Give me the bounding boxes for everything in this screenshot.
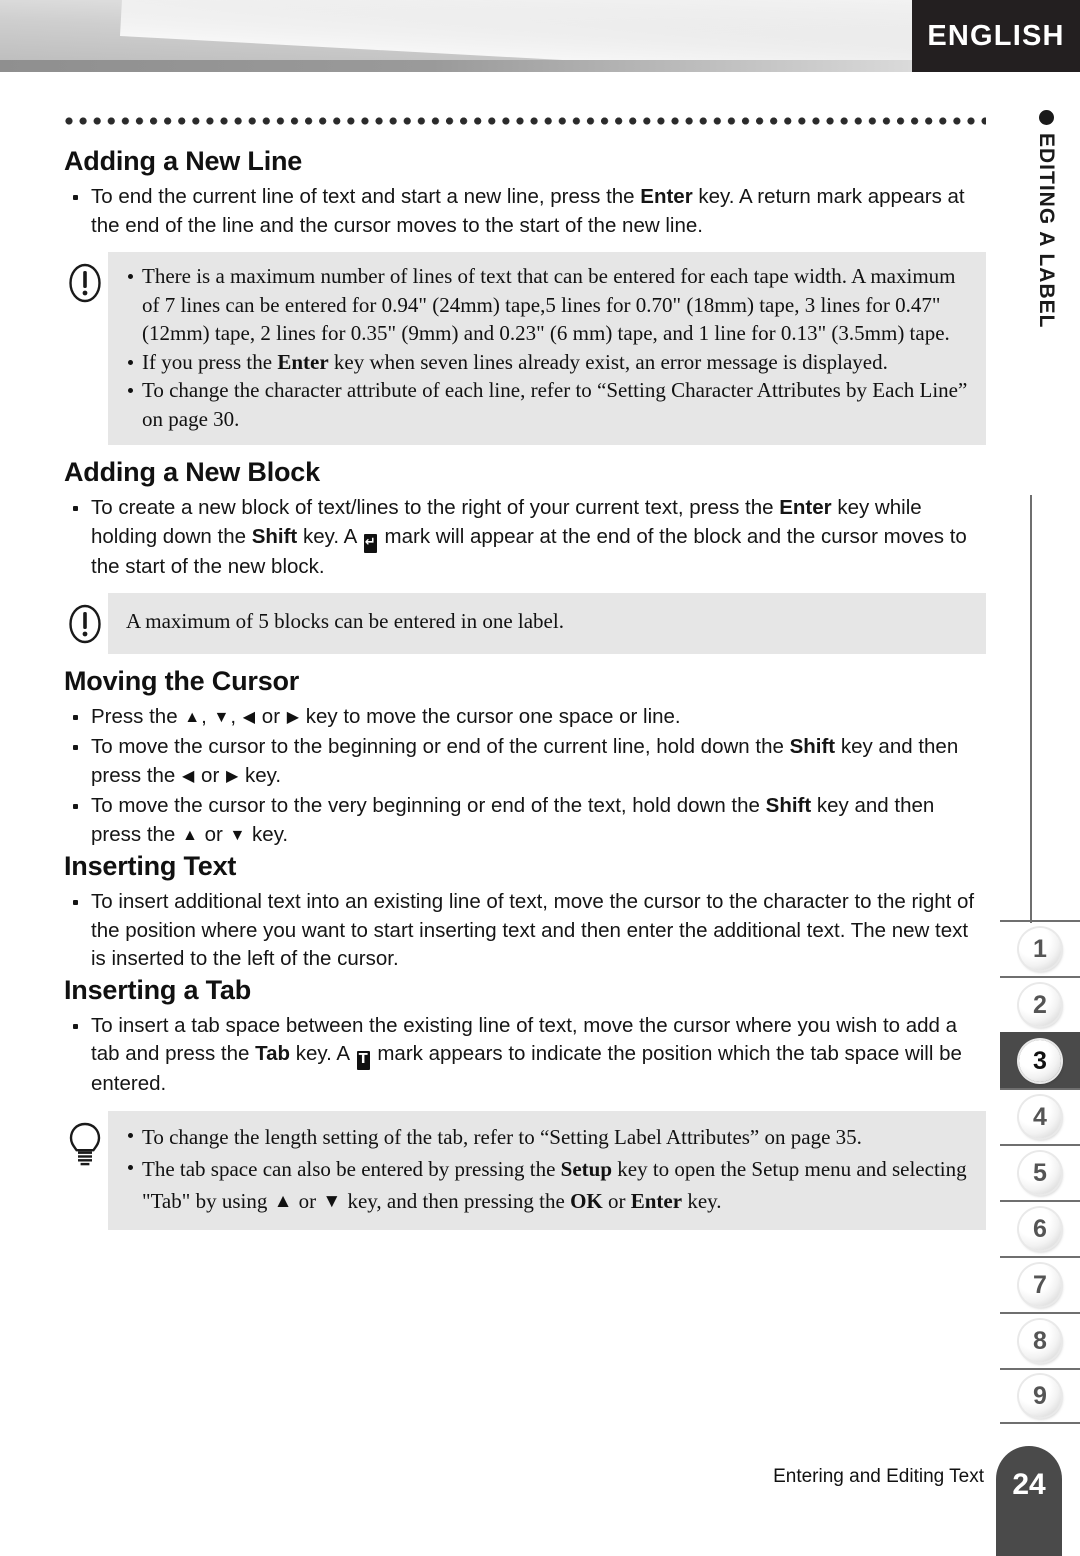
section-heading: Inserting Text (64, 851, 237, 881)
arrow-up-icon: ▲ (182, 826, 198, 844)
emphasis-key-name: OK (570, 1188, 603, 1213)
chapter-tab-number: 6 (1019, 1208, 1061, 1250)
sections-container: Adding a New Line To end the current line… (64, 146, 986, 1230)
section-inserting-text: Inserting Text To insert additional text … (64, 851, 986, 974)
section-moving-the-cursor: Moving the Cursor Press the ▲, ▼, ◀ or ▶ … (64, 666, 986, 851)
chapter-tab-number: 2 (1019, 984, 1061, 1026)
section-side-tab: EDITING A LABEL (1026, 110, 1066, 440)
callout-list: There is a maximum number of lines of te… (124, 262, 970, 433)
callout-item: The tab space can also be entered by pre… (124, 1153, 970, 1218)
bullet-list: To create a new block of text/lines to t… (64, 494, 986, 581)
dotted-divider (64, 110, 986, 132)
chapter-tab-4[interactable]: 4 (1000, 1088, 1080, 1144)
emphasis-key-name: Enter (630, 1188, 683, 1213)
chapter-tab-8[interactable]: 8 (1000, 1312, 1080, 1368)
emphasis-key-name: Enter (779, 496, 832, 519)
callout-item: To change the character attribute of eac… (124, 376, 970, 433)
chapter-tab-2[interactable]: 2 (1000, 976, 1080, 1032)
filled-circle-icon (1038, 110, 1054, 125)
chapter-tab-number: 1 (1019, 928, 1061, 970)
emphasis-key-name: Tab (255, 1042, 291, 1065)
page-footer: Entering and Editing Text 24 (0, 1440, 1080, 1556)
arrow-left-icon: ◀ (242, 708, 256, 726)
bullet-list: To insert a tab space between the existi… (64, 1012, 986, 1099)
chapter-tab-9[interactable]: 9 (1000, 1368, 1080, 1424)
bullet-list: To insert additional text into an existi… (64, 888, 986, 974)
chapter-tab-number: 7 (1019, 1264, 1061, 1306)
arrow-up-icon: ▲ (184, 708, 201, 726)
emphasis-key-name: Shift (765, 794, 812, 817)
chapter-tab-number: 9 (1019, 1375, 1061, 1417)
section-heading: Inserting a Tab (64, 974, 252, 1005)
section-heading: Adding a New Line (64, 146, 303, 176)
chapter-tab-1[interactable]: 1 (1000, 920, 1080, 976)
chapter-tab-number: 3 (1019, 1040, 1061, 1082)
emphasis-key-name: Shift (251, 524, 298, 548)
arrow-right-icon: ▶ (225, 767, 239, 785)
language-tab-label: ENGLISH (927, 19, 1065, 52)
section-heading: Moving the Cursor (64, 665, 300, 696)
arrow-down-icon: ▼ (213, 708, 230, 726)
arrow-right-icon: ▶ (286, 708, 300, 726)
emphasis-key-name: Shift (789, 735, 836, 758)
chapter-tab-6[interactable]: 6 (1000, 1200, 1080, 1256)
callout-box: There is a maximum number of lines of te… (69, 252, 986, 445)
warning-exclamation-icon (64, 601, 106, 647)
bullet-item: To end the current line of text and star… (64, 183, 986, 240)
main-content: Adding a New Line To end the current line… (64, 110, 986, 1242)
arrow-down-icon: ▼ (322, 1190, 342, 1212)
tab-mark-icon: T (356, 1051, 370, 1070)
emphasis-key-name: Enter (640, 185, 693, 208)
language-tab: ENGLISH (912, 0, 1080, 72)
right-vertical-divider (1030, 495, 1032, 923)
chapter-tab-7[interactable]: 7 (1000, 1256, 1080, 1312)
arrow-down-icon: ▼ (229, 826, 246, 844)
chapter-tab-number: 5 (1019, 1152, 1061, 1194)
lightbulb-tip-icon (64, 1119, 106, 1165)
bullet-item: To create a new block of text/lines to t… (64, 494, 986, 581)
bullet-list: Press the ▲, ▼, ◀ or ▶ key to move the c… (64, 703, 986, 851)
callout-box: To change the length setting of the tab,… (69, 1110, 986, 1230)
bullet-item: To move the cursor to the beginning or e… (64, 733, 986, 791)
emphasis-key-name: Setup (560, 1156, 613, 1181)
bullet-item: Press the ▲, ▼, ◀ or ▶ key to move the c… (64, 703, 986, 733)
bullet-item: To insert additional text into an existi… (64, 888, 986, 974)
bullet-item: To move the cursor to the very beginning… (64, 792, 986, 850)
bullet-item: To insert a tab space between the existi… (64, 1012, 986, 1099)
section-adding-a-new-line: Adding a New Line To end the current line… (64, 146, 986, 445)
arrow-left-icon: ◀ (182, 767, 195, 785)
section-inserting-a-tab: Inserting a Tab To insert a tab space bet… (64, 975, 986, 1230)
section-heading: Adding a New Block (64, 457, 320, 487)
callout-item: If you press the Enter key when seven li… (124, 348, 970, 377)
page-header-banner: ENGLISH (0, 0, 1080, 72)
footer-chapter-title: Entering and Editing Text (773, 1466, 984, 1487)
warning-exclamation-icon (64, 260, 106, 306)
chapter-tab-number: 8 (1019, 1320, 1061, 1362)
callout-list: To change the length setting of the tab,… (124, 1121, 970, 1218)
callout-item: To change the length setting of the tab,… (124, 1121, 970, 1153)
callout-text: A maximum of 5 blocks can be entered in … (126, 609, 564, 633)
callout-item: There is a maximum number of lines of te… (124, 262, 970, 348)
return-block-mark-icon: ↵ (363, 533, 377, 553)
chapter-tab-number: 4 (1019, 1096, 1061, 1138)
callout-box: A maximum of 5 blocks can be entered in … (69, 593, 986, 654)
chapter-tab-5[interactable]: 5 (1000, 1144, 1080, 1200)
emphasis-key-name: Enter (277, 349, 329, 374)
arrow-up-icon: ▲ (273, 1190, 293, 1212)
page-number-badge: 24 (996, 1446, 1062, 1556)
page-number-label: 24 (1012, 1468, 1046, 1501)
section-adding-a-new-block: Adding a New Block To create a new block … (64, 457, 986, 654)
chapter-tabs: 1 2 3 4 5 6 7 8 9 (1000, 920, 1080, 1424)
section-side-tab-label: EDITING A LABEL (1035, 133, 1058, 329)
bullet-list: To end the current line of text and star… (64, 183, 986, 240)
chapter-tab-3[interactable]: 3 (1000, 1032, 1080, 1088)
